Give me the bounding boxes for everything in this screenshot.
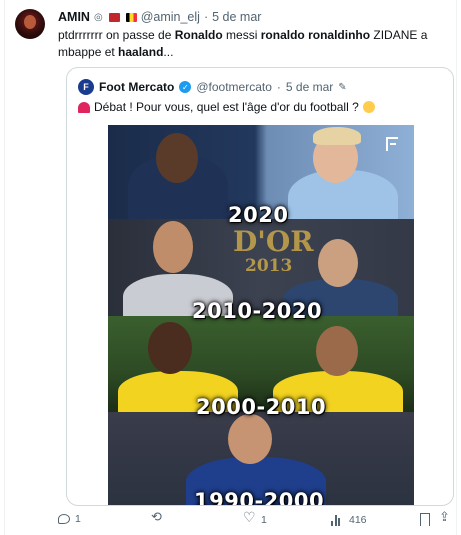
era-label: 2010-2020: [192, 299, 323, 323]
tweet-text-bold: Ronaldo: [174, 28, 223, 42]
player-head: [316, 326, 358, 376]
morocco-flag-icon: [108, 12, 120, 22]
quoted-tweet[interactable]: F Foot Mercato ✓ @footmercato · 5 de mar…: [66, 67, 454, 506]
thinking-face-icon: [362, 101, 375, 113]
quote-date[interactable]: 5 de mar: [286, 80, 333, 94]
siren-icon: [78, 101, 90, 113]
player-hair: [313, 127, 361, 145]
belgium-flag-icon: [125, 12, 137, 22]
ballon-dor-year: 2013: [245, 256, 293, 276]
like-icon: [243, 510, 256, 526]
separator: ·: [276, 80, 281, 94]
tweet-actions: 1 1 416: [58, 510, 453, 531]
era-label: 2020: [228, 203, 289, 227]
like-count: 1: [261, 513, 267, 526]
tweet-text-segment: messi: [222, 28, 261, 42]
reply-icon: [58, 514, 70, 524]
verified-icon: ✓: [179, 81, 192, 93]
quote-image[interactable]: D'OR 2013 2020 2010-2020 2000-2010 1990-…: [108, 125, 414, 506]
views-icon: [331, 513, 344, 526]
quote-handle[interactable]: @footmercato: [196, 80, 272, 94]
frame-border-left: [4, 0, 5, 535]
quote-avatar[interactable]: F: [78, 79, 94, 95]
tweet-text: ptdrrrrrrr on passe de Ronaldo messi ron…: [58, 27, 438, 61]
quote-text: Débat ! Pour vous, quel est l'âge d'or d…: [94, 100, 359, 114]
player-head: [148, 322, 192, 374]
era-label: 2000-2010: [196, 395, 327, 419]
reply-count: 1: [75, 513, 81, 525]
tweet-text-segment: ...: [163, 45, 174, 59]
player-head: [318, 239, 358, 287]
tweet-header: AMIN ◎ @amin_elj · 5 de mar: [58, 10, 261, 24]
share-icon: [439, 510, 452, 526]
player-head: [156, 133, 198, 183]
avatar[interactable]: [15, 9, 45, 39]
reply-button[interactable]: 1: [58, 513, 81, 525]
frame-border-right: [456, 0, 457, 535]
views-count: 416: [349, 513, 367, 526]
author-handle[interactable]: @amin_elj: [141, 10, 200, 24]
tweet-date[interactable]: 5 de mar: [212, 10, 261, 24]
retweet-icon: [151, 510, 164, 526]
separator: ·: [203, 10, 209, 24]
ballon-dor-text: D'OR: [233, 225, 314, 258]
quote-author-name[interactable]: Foot Mercato: [99, 80, 174, 94]
share-button[interactable]: [439, 510, 452, 526]
author-name[interactable]: AMIN: [58, 10, 90, 24]
retweet-button[interactable]: [151, 510, 169, 526]
player-head: [228, 414, 272, 464]
verified-badge-icon: ◎: [93, 11, 103, 23]
bookmark-button[interactable]: [420, 513, 430, 526]
tweet-text-bold: ronaldo ronaldinho: [260, 28, 371, 42]
era-label: 1990-2000: [194, 489, 325, 506]
player-head: [153, 221, 193, 273]
tweet-text-bold: haaland: [118, 45, 164, 59]
views-button[interactable]: 416: [331, 513, 367, 526]
quote-text-row: Débat ! Pour vous, quel est l'âge d'or d…: [78, 100, 375, 114]
quote-header: F Foot Mercato ✓ @footmercato · 5 de mar…: [78, 79, 347, 95]
bookmark-icon: [420, 513, 430, 526]
tweet-text-segment: ptdrrrrrrr on passe de: [58, 28, 175, 42]
pen-icon: ✎: [338, 81, 347, 93]
like-button[interactable]: 1: [243, 510, 267, 526]
foot-mercato-logo-icon: [386, 137, 398, 151]
